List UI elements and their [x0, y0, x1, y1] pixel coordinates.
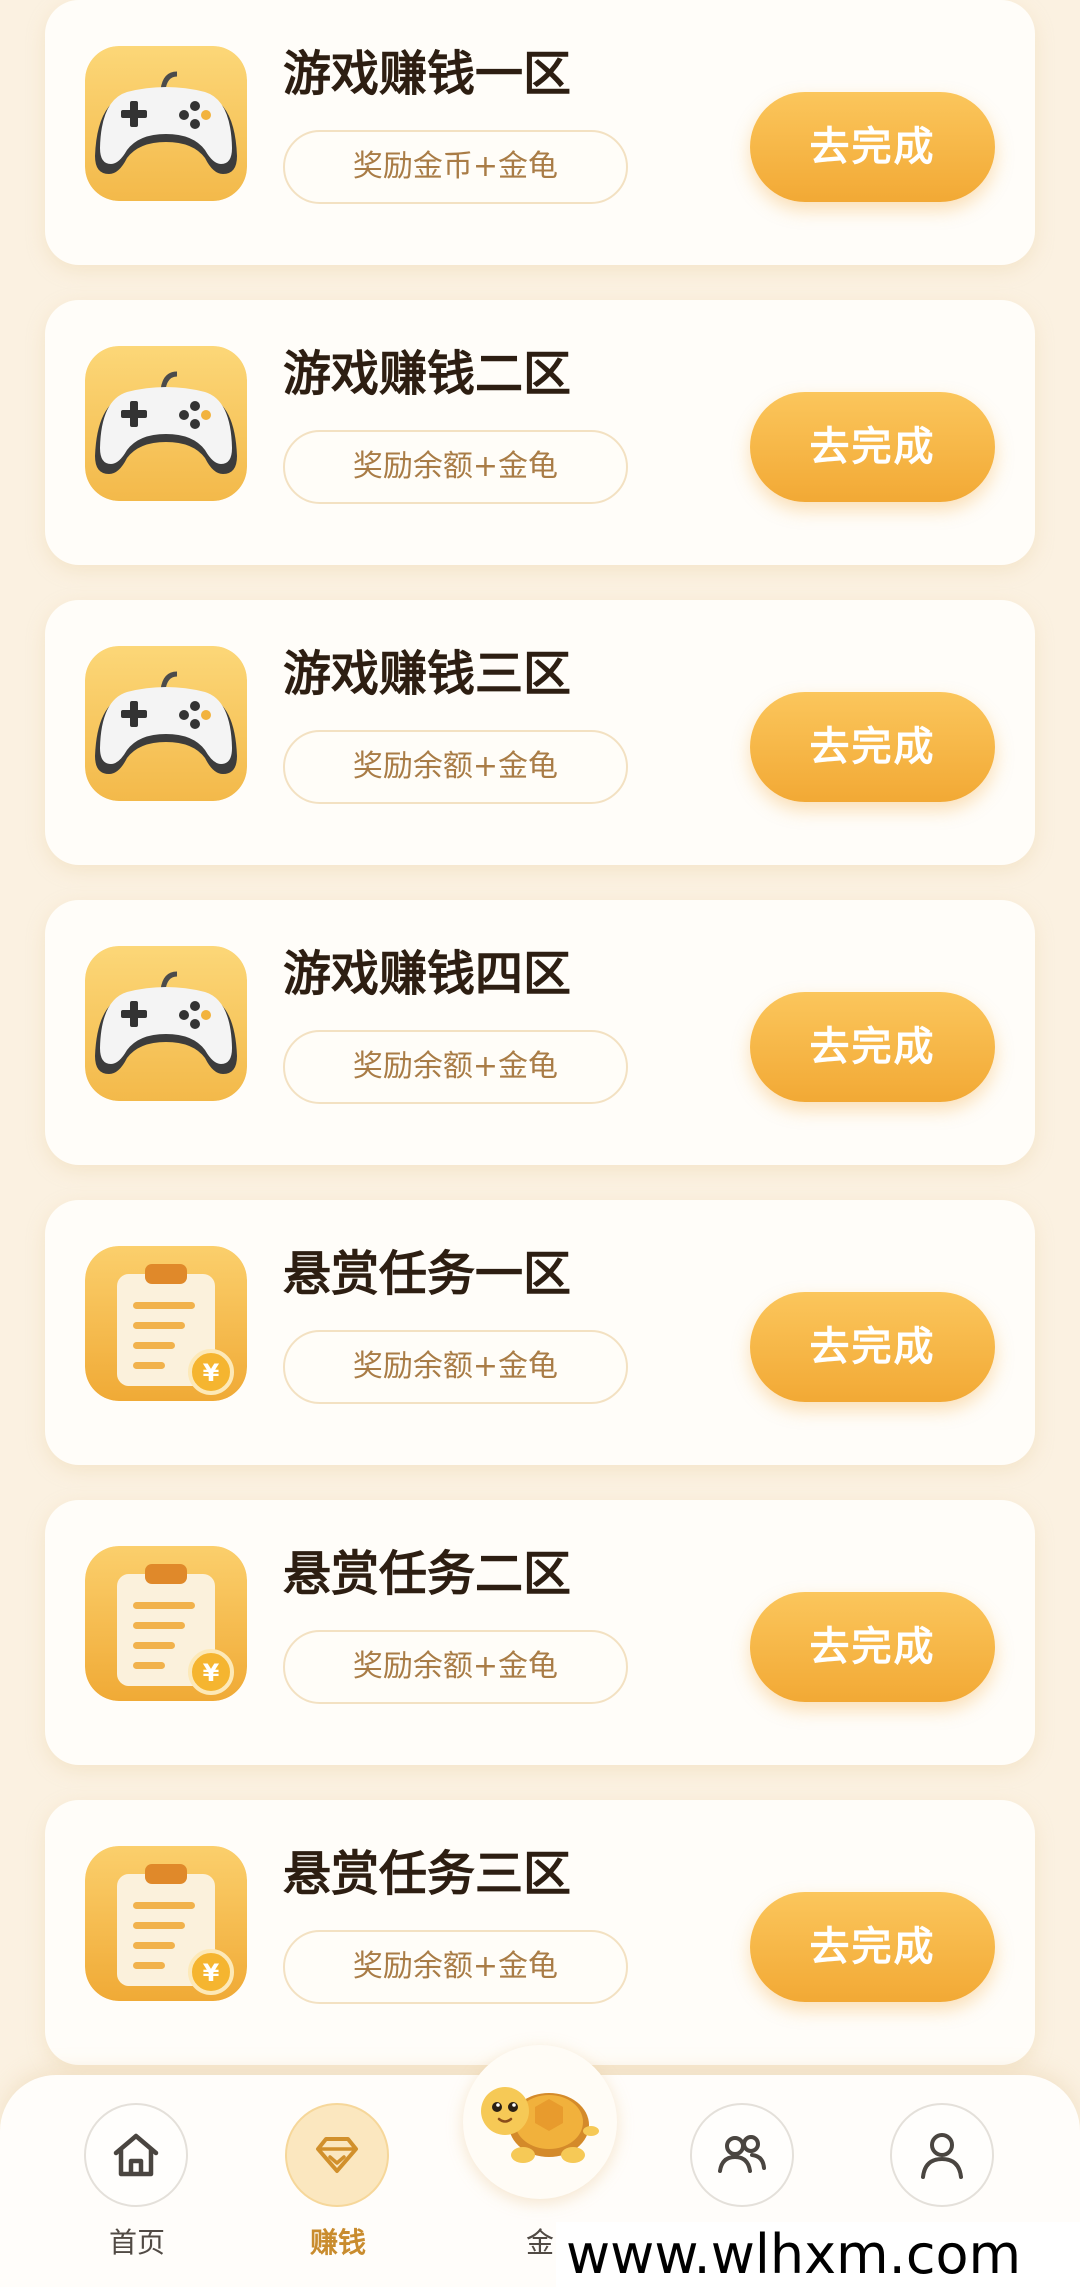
svg-text:¥: ¥ [203, 1959, 220, 1987]
people-icon [718, 2135, 766, 2173]
reward-badge: 奖励余额+金龟 [283, 1330, 628, 1404]
complete-task-button[interactable]: 去完成 [750, 692, 995, 802]
task-card: 游戏赚钱一区 奖励金币+金龟 去完成 [45, 0, 1035, 265]
nav-home-circle [84, 2103, 188, 2207]
nav-team-circle [690, 2103, 794, 2207]
reward-badge: 奖励余额+金龟 [283, 1630, 628, 1704]
task-title: 游戏赚钱三区 [283, 646, 572, 702]
gamepad-icon [85, 646, 247, 801]
task-title: 悬赏任务二区 [283, 1546, 572, 1602]
complete-task-button[interactable]: 去完成 [750, 1892, 995, 2002]
complete-task-button[interactable]: 去完成 [750, 92, 995, 202]
svg-text:¥: ¥ [203, 1659, 220, 1687]
watermark-text: www.wlhxm.com [556, 2222, 1080, 2287]
home-icon [113, 2133, 159, 2177]
task-title: 悬赏任务三区 [283, 1846, 572, 1902]
nav-profile-circle [890, 2103, 994, 2207]
gamepad-icon [85, 346, 247, 501]
reward-badge: 奖励金币+金龟 [283, 130, 628, 204]
complete-task-button[interactable]: 去完成 [750, 1292, 995, 1402]
nav-item-earn[interactable]: 赚钱 [278, 2103, 398, 2263]
gamepad-icon [85, 46, 247, 201]
person-icon [921, 2133, 963, 2179]
diamond-icon [316, 2137, 358, 2173]
task-title: 游戏赚钱四区 [283, 946, 572, 1002]
complete-task-button[interactable]: 去完成 [750, 992, 995, 1102]
gamepad-icon [85, 946, 247, 1101]
nav-home-label: 首页 [108, 2226, 165, 2259]
nav-turtle-circle [463, 2045, 617, 2199]
reward-badge: 奖励余额+金龟 [283, 730, 628, 804]
task-list: 游戏赚钱一区 奖励金币+金龟 去完成 游戏赚钱二区 奖励余额+金龟 去完成 游戏… [0, 0, 1080, 2080]
clipboard-coin-icon: ¥ [85, 1846, 247, 2001]
reward-badge: 奖励余额+金龟 [283, 1030, 628, 1104]
reward-badge: 奖励余额+金龟 [283, 1930, 628, 2004]
clipboard-coin-icon: ¥ [85, 1246, 247, 1401]
turtle-icon [481, 2087, 599, 2163]
nav-item-home[interactable]: 首页 [77, 2103, 197, 2263]
task-card: 游戏赚钱四区 奖励余额+金龟 去完成 [45, 900, 1035, 1165]
task-card: 游戏赚钱三区 奖励余额+金龟 去完成 [45, 600, 1035, 865]
nav-earn-label: 赚钱 [309, 2226, 366, 2259]
task-card: 游戏赚钱二区 奖励余额+金龟 去完成 [45, 300, 1035, 565]
task-title: 悬赏任务一区 [283, 1246, 572, 1302]
svg-text:¥: ¥ [203, 1359, 220, 1387]
task-card: ¥ 悬赏任务二区 奖励余额+金龟 去完成 [45, 1500, 1035, 1765]
complete-task-button[interactable]: 去完成 [750, 1592, 995, 1702]
clipboard-coin-icon: ¥ [85, 1546, 247, 1701]
task-card: ¥ 悬赏任务一区 奖励余额+金龟 去完成 [45, 1200, 1035, 1465]
task-title: 游戏赚钱一区 [283, 46, 572, 102]
reward-badge: 奖励余额+金龟 [283, 430, 628, 504]
complete-task-button[interactable]: 去完成 [750, 392, 995, 502]
nav-earn-circle [285, 2103, 389, 2207]
task-title: 游戏赚钱二区 [283, 346, 572, 402]
task-card: ¥ 悬赏任务三区 奖励余额+金龟 去完成 [45, 1800, 1035, 2065]
